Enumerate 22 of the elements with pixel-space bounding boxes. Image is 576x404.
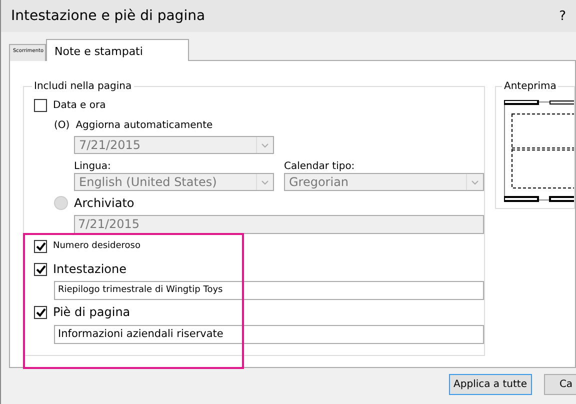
checkbox-label: Piè di pagina [53,305,130,319]
checkbox-label: Intestazione [53,262,127,276]
header-text-field[interactable]: Riepilogo trimestrale di Wingtip Toys [54,280,484,300]
date-dropdown[interactable]: 7/21/2015 [74,136,274,154]
group-legend: Includi nella pagina [32,81,134,92]
radio-label: Aggiorna automaticamente [76,120,213,130]
footer-text-field[interactable]: Informazioni aziendali riservate [54,324,484,344]
field-label: Calendar tipo: [284,161,355,172]
language-dropdown[interactable]: English (United States) [74,173,274,191]
checkbox-label: Numero desideroso [53,241,141,251]
checkbox-label: Data e ora [53,100,106,110]
window-title: Intestazione e piè di pagina [11,8,206,24]
radio-label: Archiviato [74,196,134,210]
help-button[interactable]: ? [559,8,566,24]
date-field[interactable]: 7/21/2015 [74,214,484,234]
dialog-button[interactable]: Ca [544,374,576,394]
dialog-button[interactable]: Applica a tutte [448,374,532,394]
radio-marker[interactable]: (O) [54,120,70,130]
calendar-dropdown[interactable]: Gregorian [284,173,484,191]
field-label: Lingua: [74,161,112,172]
group-legend: Anteprima [502,81,558,92]
tab[interactable]: Note e stampati [46,39,189,61]
